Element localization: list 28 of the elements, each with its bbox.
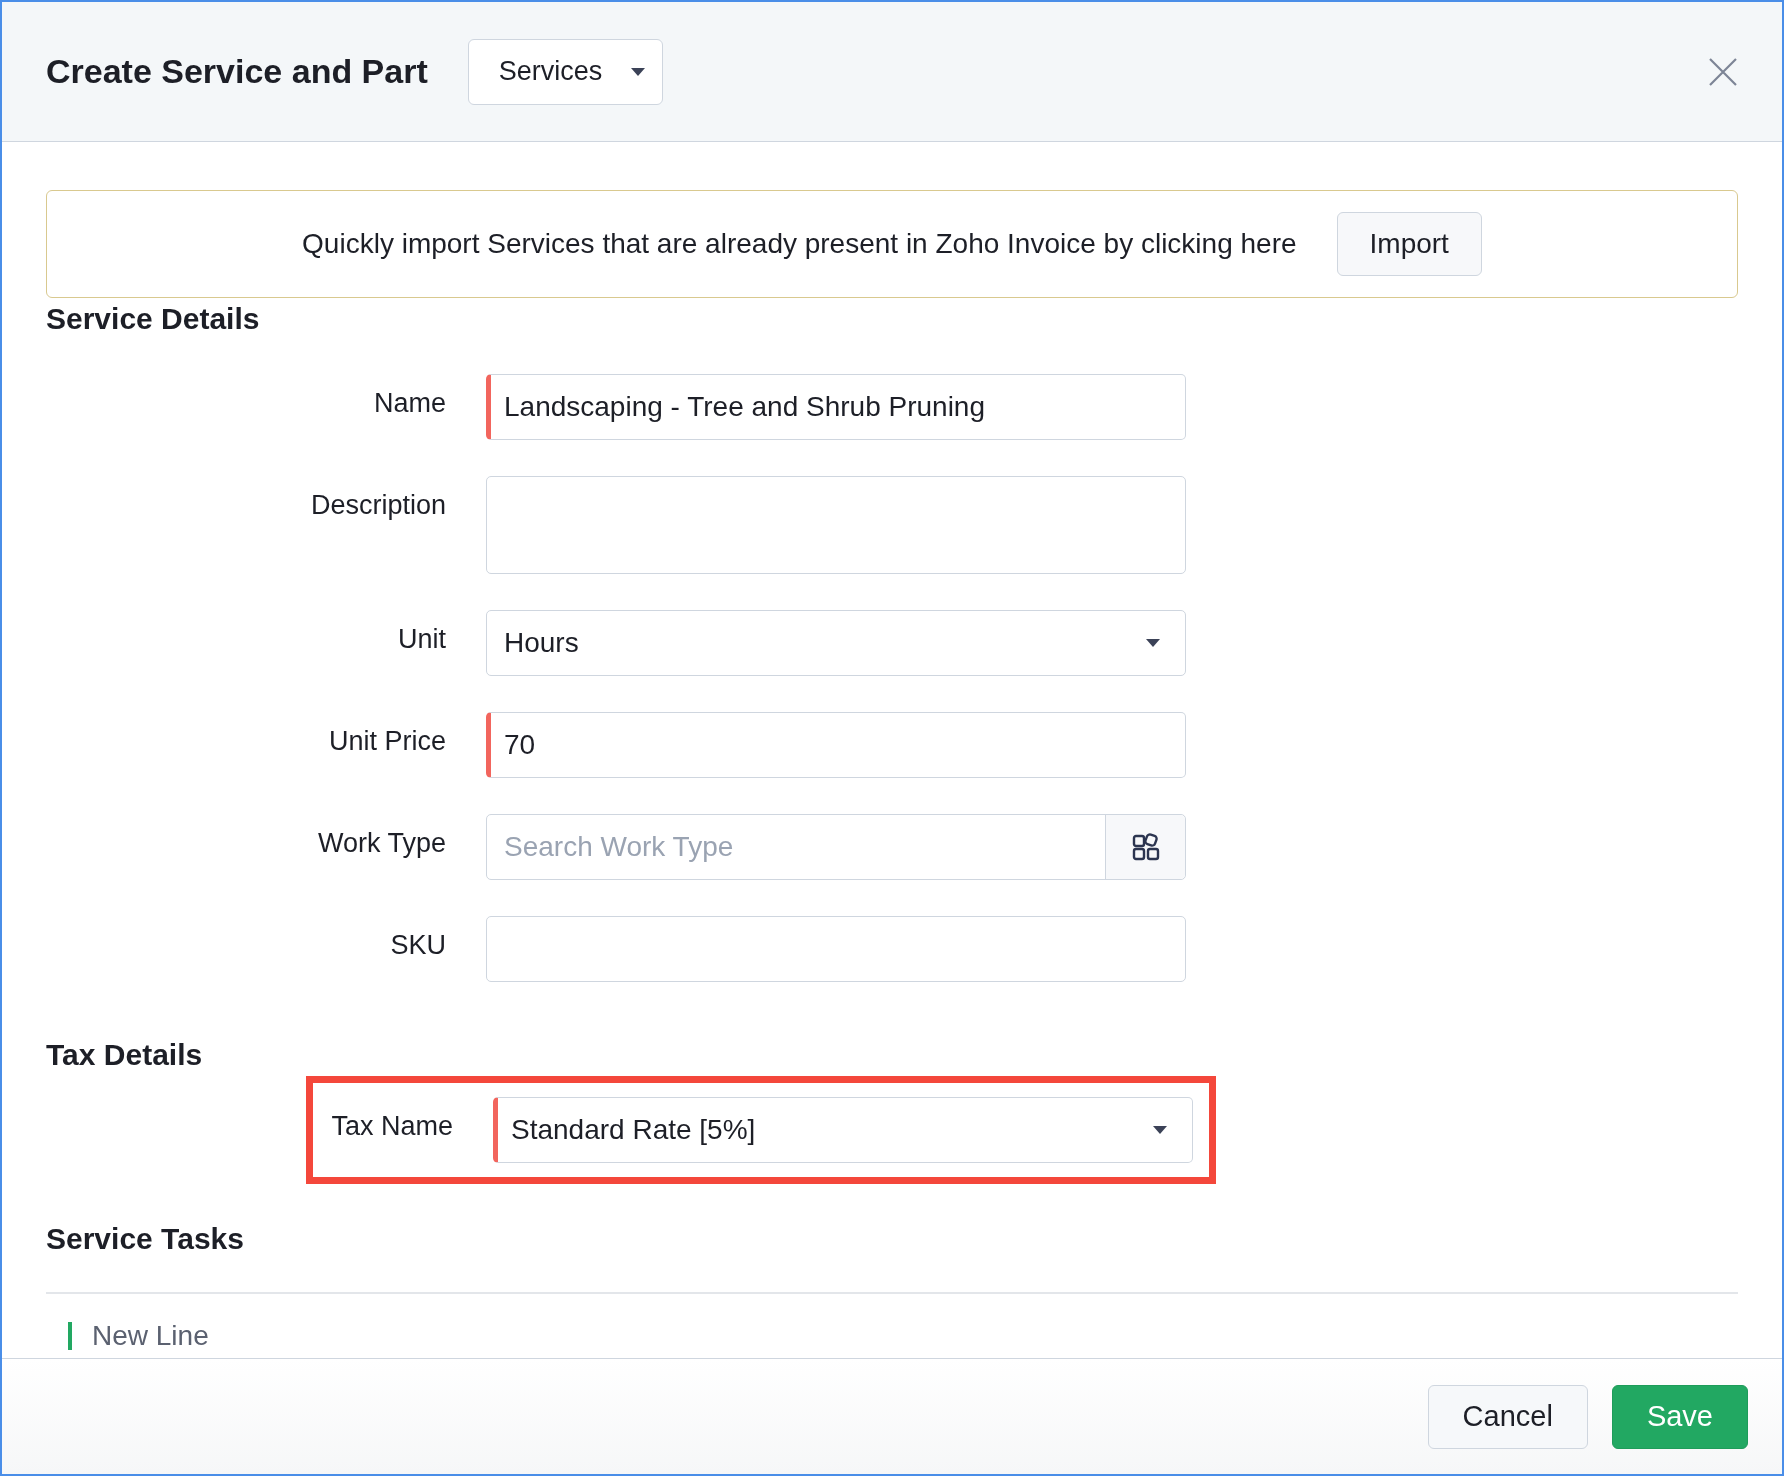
- section-heading: Tax Details: [46, 1038, 204, 1072]
- section-heading: Service Tasks: [46, 1222, 245, 1256]
- dialog-title: Create Service and Part: [46, 52, 428, 91]
- text-field[interactable]: 70: [486, 712, 1186, 778]
- field-label: Unit: [397, 623, 446, 656]
- browse-button[interactable]: [1105, 815, 1185, 879]
- banner-text: Quickly import Services that are already present in Zoho Invoice by clicking here: [302, 228, 1297, 260]
- caret-icon: [1152, 1125, 1168, 1135]
- grid-icon: [1131, 833, 1160, 861]
- section-heading: Service Details: [46, 302, 261, 336]
- description-field[interactable]: [486, 476, 1186, 574]
- import-button[interactable]: Import: [1336, 212, 1482, 276]
- text-field[interactable]: [486, 916, 1186, 982]
- field-label: Name: [372, 387, 446, 420]
- field-label: Tax Name: [330, 1110, 453, 1143]
- new-line-button[interactable]: New Line: [68, 1320, 209, 1352]
- select-field[interactable]: Standard Rate [5%]: [493, 1097, 1193, 1163]
- field-label: Description: [309, 489, 446, 522]
- field-label: Unit Price: [327, 725, 446, 758]
- close-icon: [1708, 56, 1738, 87]
- text-field[interactable]: Landscaping - Tree and Shrub Pruning: [486, 374, 1186, 440]
- cancel-button[interactable]: Cancel: [1427, 1384, 1588, 1449]
- field-label: Work Type: [316, 827, 446, 860]
- caret-icon: [629, 66, 646, 77]
- field-label: SKU: [389, 929, 446, 962]
- select-field[interactable]: Hours: [486, 610, 1186, 676]
- caret-icon: [1145, 638, 1161, 648]
- type-dropdown[interactable]: Services: [467, 38, 663, 105]
